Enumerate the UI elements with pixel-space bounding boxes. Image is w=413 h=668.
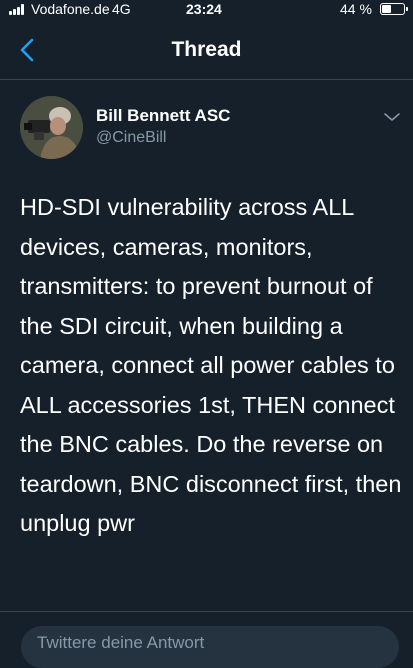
status-bar: Vodafone.de 4G 23:24 44 % [0, 0, 413, 20]
author-handle[interactable]: @CineBill [96, 129, 166, 147]
author-name[interactable]: Bill Bennett ASC [96, 106, 230, 126]
navigation-bar: Thread [0, 20, 413, 80]
carrier-name: Vodafone.de [31, 1, 110, 17]
reply-bar [0, 611, 413, 668]
chevron-down-icon [384, 113, 400, 121]
tweet-text: HD-SDI vulnerability across ALL devices,… [20, 194, 402, 536]
signal-strength-icon [9, 4, 24, 15]
battery-icon [380, 3, 408, 15]
page-title: Thread [171, 38, 242, 61]
status-time: 23:24 [186, 1, 222, 17]
profile-photo-icon [20, 96, 83, 159]
battery-percent: 44 % [340, 1, 372, 17]
avatar[interactable] [20, 96, 83, 159]
network-type: 4G [112, 1, 131, 17]
battery-level-fill [382, 5, 391, 13]
tweet-menu-button[interactable] [383, 110, 401, 122]
reply-input[interactable] [21, 626, 399, 668]
